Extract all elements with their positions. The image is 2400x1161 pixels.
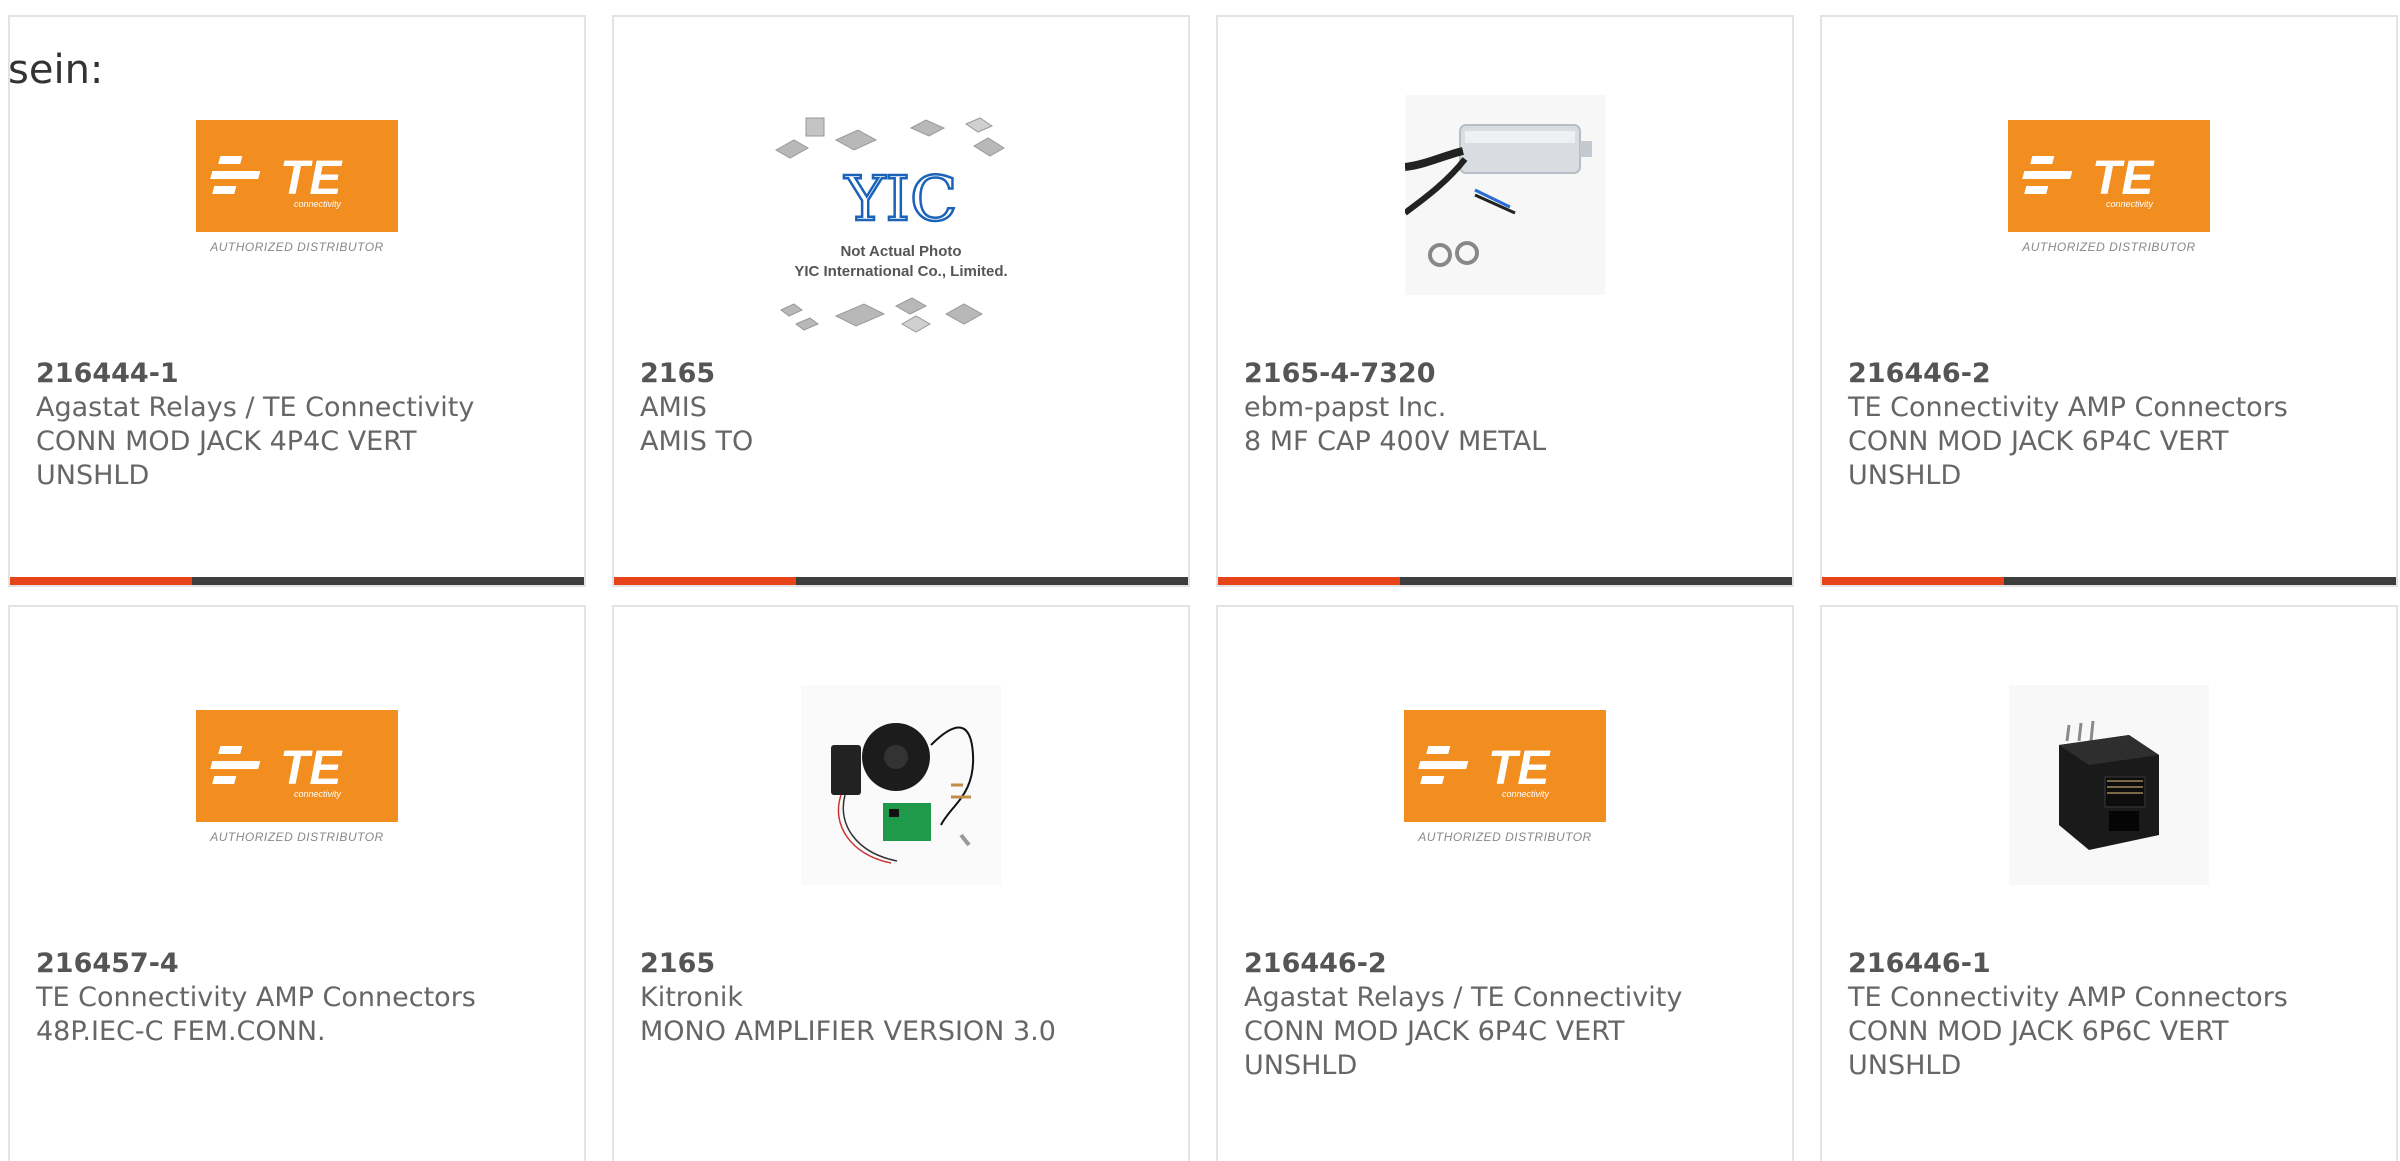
svg-text:TE: TE: [2092, 152, 2155, 205]
logo-caption: AUTHORIZED DISTRIBUTOR: [210, 240, 384, 254]
product-image[interactable]: YIC Not Actual Photo YIC International C…: [614, 105, 1188, 355]
product-card[interactable]: TE connectivity AUTHORIZED DISTRIBUTOR 2…: [8, 15, 586, 587]
product-image[interactable]: TE connectivity AUTHORIZED DISTRIBUTOR: [10, 675, 584, 895]
placeholder-caption-1: Not Actual Photo: [840, 243, 961, 260]
manufacturer: Kitronik: [640, 982, 744, 1013]
te-logo: TE connectivity AUTHORIZED DISTRIBUTOR: [196, 710, 398, 860]
description: 8 MF CAP 400V METAL: [1244, 426, 1547, 457]
part-number[interactable]: 2165-4-7320: [1244, 357, 1752, 391]
product-grid: TE connectivity AUTHORIZED DISTRIBUTOR 2…: [8, 15, 2398, 1161]
part-number[interactable]: 2165: [640, 357, 1148, 391]
manufacturer: TE Connectivity AMP Connectors: [1848, 982, 2288, 1013]
part-number[interactable]: 216446-2: [1848, 357, 2356, 391]
part-number[interactable]: 2165: [640, 947, 1148, 981]
manufacturer: Agastat Relays / TE Connectivity: [1244, 982, 1683, 1013]
placeholder-caption-2: YIC International Co., Limited.: [794, 263, 1007, 280]
product-card[interactable]: YIC Not Actual Photo YIC International C…: [612, 15, 1190, 587]
product-results-page: sein: TE connectivity AUTHORIZED DISTRIB…: [0, 0, 2400, 1161]
yic-placeholder-image: YIC Not Actual Photo YIC International C…: [774, 117, 1008, 333]
capacitor-photo: [1405, 95, 1605, 295]
svg-text:TE: TE: [280, 742, 343, 795]
product-image[interactable]: [614, 675, 1188, 895]
part-number[interactable]: 216446-2: [1244, 947, 1752, 981]
svg-text:connectivity: connectivity: [2106, 199, 2154, 209]
product-card[interactable]: 2165-4-7320 ebm-papst Inc. 8 MF CAP 400V…: [1216, 15, 1794, 587]
te-logo: TE connectivity AUTHORIZED DISTRIBUTOR: [2008, 120, 2210, 270]
svg-text:connectivity: connectivity: [294, 199, 342, 209]
te-logo: TE connectivity AUTHORIZED DISTRIBUTOR: [196, 120, 398, 270]
svg-text:TE: TE: [1488, 742, 1551, 795]
product-card[interactable]: 216446-1 TE Connectivity AMP Connectors …: [1820, 605, 2398, 1161]
description: CONN MOD JACK 4P4C VERT UNSHLD: [36, 426, 417, 491]
description: AMIS TO: [640, 426, 754, 457]
card-bottom-bar: [10, 577, 584, 585]
description: CONN MOD JACK 6P4C VERT UNSHLD: [1848, 426, 2229, 491]
product-image[interactable]: TE connectivity AUTHORIZED DISTRIBUTOR: [1822, 85, 2396, 305]
manufacturer: AMIS: [640, 392, 707, 423]
modular-jack-photo: [2009, 685, 2209, 885]
logo-caption: AUTHORIZED DISTRIBUTOR: [210, 830, 384, 844]
product-card[interactable]: TE connectivity AUTHORIZED DISTRIBUTOR 2…: [1820, 15, 2398, 587]
te-logo: TE connectivity AUTHORIZED DISTRIBUTOR: [1404, 710, 1606, 860]
product-image[interactable]: TE connectivity AUTHORIZED DISTRIBUTOR: [10, 85, 584, 305]
svg-text:YIC: YIC: [844, 162, 958, 235]
manufacturer: ebm-papst Inc.: [1244, 392, 1447, 423]
description: 48P.IEC-C FEM.CONN.: [36, 1016, 326, 1047]
product-card[interactable]: TE connectivity AUTHORIZED DISTRIBUTOR 2…: [1216, 605, 1794, 1161]
manufacturer: TE Connectivity AMP Connectors: [1848, 392, 2288, 423]
logo-caption: AUTHORIZED DISTRIBUTOR: [1418, 830, 1592, 844]
part-number[interactable]: 216444-1: [36, 357, 544, 391]
card-bottom-bar: [1822, 577, 2396, 585]
card-bottom-bar: [1218, 577, 1792, 585]
manufacturer: Agastat Relays / TE Connectivity: [36, 392, 475, 423]
svg-text:connectivity: connectivity: [1502, 789, 1550, 799]
description: MONO AMPLIFIER VERSION 3.0: [640, 1016, 1056, 1047]
intro-text: sein:: [8, 47, 104, 93]
product-image[interactable]: TE connectivity AUTHORIZED DISTRIBUTOR: [1218, 675, 1792, 895]
manufacturer: TE Connectivity AMP Connectors: [36, 982, 476, 1013]
product-card[interactable]: TE connectivity AUTHORIZED DISTRIBUTOR 2…: [8, 605, 586, 1161]
description: CONN MOD JACK 6P6C VERT UNSHLD: [1848, 1016, 2229, 1081]
product-card[interactable]: 2165 Kitronik MONO AMPLIFIER VERSION 3.0: [612, 605, 1190, 1161]
product-image[interactable]: [1218, 85, 1792, 305]
part-number[interactable]: 216446-1: [1848, 947, 2356, 981]
card-bottom-bar: [614, 577, 1188, 585]
description: CONN MOD JACK 6P4C VERT UNSHLD: [1244, 1016, 1625, 1081]
amplifier-kit-photo: [801, 685, 1001, 885]
logo-caption: AUTHORIZED DISTRIBUTOR: [2022, 240, 2196, 254]
part-number[interactable]: 216457-4: [36, 947, 544, 981]
svg-text:connectivity: connectivity: [294, 789, 342, 799]
product-image[interactable]: [1822, 675, 2396, 895]
svg-text:TE: TE: [280, 152, 343, 205]
